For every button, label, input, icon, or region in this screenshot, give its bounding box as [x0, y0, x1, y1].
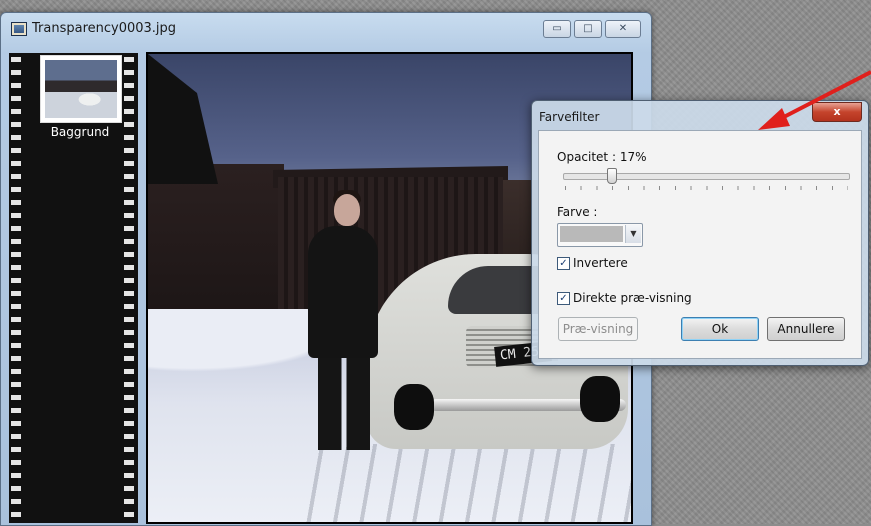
opacity-slider-track[interactable] [563, 173, 850, 180]
photo-car-wheel [394, 384, 434, 430]
opacity-slider-ticks [565, 186, 848, 190]
photo-car-wheel [580, 376, 620, 422]
live-preview-checkbox[interactable]: ✓ [557, 291, 570, 305]
color-filter-dialog: Farvefilter x Opacitet : 17% Farve : ▼ ✓… [531, 100, 869, 366]
dialog-title: Farvefilter [539, 110, 600, 124]
close-button[interactable]: ✕ [605, 20, 641, 38]
film-perforation-left [11, 53, 21, 523]
preview-button[interactable]: Præ-visning [558, 317, 638, 341]
film-perforation-right [124, 53, 134, 523]
opacity-label: Opacitet : 17% [557, 150, 647, 164]
photo-tire-tracks [298, 444, 631, 522]
dialog-close-button[interactable]: x [812, 102, 862, 122]
color-dropdown[interactable]: ▼ [557, 223, 643, 247]
invert-checkbox[interactable]: ✓ [557, 256, 570, 270]
color-swatch [560, 226, 623, 242]
dialog-content: Opacitet : 17% Farve : ▼ ✓ Invertere ✓ D… [538, 130, 862, 359]
layer-label: Baggrund [50, 125, 110, 139]
maximize-icon: □ [583, 23, 593, 34]
chevron-down-icon[interactable]: ▼ [625, 225, 641, 243]
image-file-icon [11, 22, 27, 36]
layer-filmstrip: Baggrund [9, 53, 138, 523]
live-preview-option[interactable]: ✓ Direkte præ-visning [557, 291, 692, 305]
minimize-button[interactable]: ▭ [543, 20, 571, 38]
photo-man-coat [308, 226, 378, 358]
cancel-button[interactable]: Annullere [767, 317, 845, 341]
layer-thumbnail[interactable] [40, 55, 122, 123]
title-bar[interactable]: Transparency0003.jpg ▭ □ ✕ [1, 13, 651, 43]
window-title: Transparency0003.jpg [32, 21, 177, 36]
live-preview-label: Direkte præ-visning [573, 291, 692, 305]
color-label: Farve : [557, 205, 598, 219]
maximize-button[interactable]: □ [574, 20, 602, 38]
invert-option[interactable]: ✓ Invertere [557, 256, 628, 270]
opacity-slider-thumb[interactable] [607, 168, 618, 184]
photo-man-legs [318, 354, 370, 450]
photo-man-head [334, 194, 360, 226]
window-controls: ▭ □ ✕ [543, 20, 641, 38]
thumbnail-image [45, 60, 117, 118]
close-icon: ✕ [618, 23, 628, 34]
minimize-icon: ▭ [552, 23, 562, 34]
invert-label: Invertere [573, 256, 628, 270]
photo-shed-roof [148, 54, 218, 184]
ok-button[interactable]: Ok [681, 317, 759, 341]
